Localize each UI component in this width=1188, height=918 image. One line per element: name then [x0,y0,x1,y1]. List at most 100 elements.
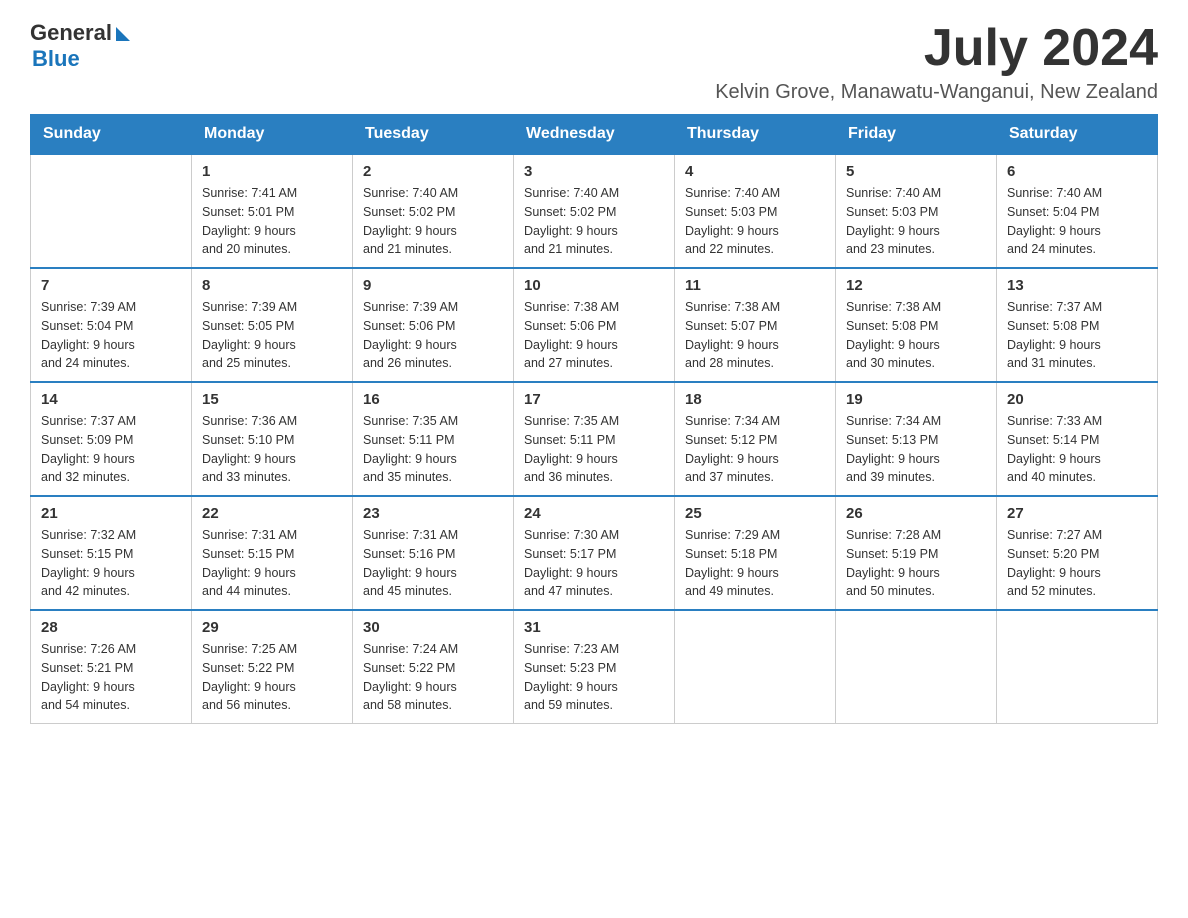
calendar-cell: 12 Sunrise: 7:38 AMSunset: 5:08 PMDayligh… [836,268,997,382]
day-info: Sunrise: 7:39 AMSunset: 5:06 PMDaylight:… [363,298,503,373]
day-info: Sunrise: 7:38 AMSunset: 5:08 PMDaylight:… [846,298,986,373]
month-title: July 2024 [715,20,1158,77]
day-info: Sunrise: 7:25 AMSunset: 5:22 PMDaylight:… [202,640,342,715]
week-row-3: 14Sunrise: 7:37 AMSunset: 5:09 PMDayligh… [31,382,1158,496]
day-number: 17 [524,391,664,408]
day-number: 10 [524,277,664,294]
day-number: 13 [1007,277,1147,294]
day-info: Sunrise: 7:40 AMSunset: 5:02 PMDaylight:… [524,184,664,259]
day-info: Sunrise: 7:39 AMSunset: 5:04 PMDaylight:… [41,298,181,373]
calendar-cell: 26 Sunrise: 7:28 AMSunset: 5:19 PMDayligh… [836,496,997,610]
calendar-cell: 13 Sunrise: 7:37 AMSunset: 5:08 PMDayligh… [997,268,1158,382]
day-info: Sunrise: 7:33 AMSunset: 5:14 PMDaylight:… [1007,412,1147,487]
day-info: Sunrise: 7:27 AMSunset: 5:20 PMDaylight:… [1007,526,1147,601]
day-number: 21 [41,505,181,522]
logo-arrow-icon [116,27,130,41]
day-number: 23 [363,505,503,522]
header-wednesday: Wednesday [514,115,675,155]
day-number: 14 [41,391,181,408]
week-row-2: 7 Sunrise: 7:39 AMSunset: 5:04 PMDaylight… [31,268,1158,382]
day-info: Sunrise: 7:41 AMSunset: 5:01 PMDaylight:… [202,184,342,259]
day-number: 26 [846,505,986,522]
day-info: Sunrise: 7:24 AMSunset: 5:22 PMDaylight:… [363,640,503,715]
day-number: 19 [846,391,986,408]
day-number: 9 [363,277,503,294]
day-number: 27 [1007,505,1147,522]
day-info: Sunrise: 7:34 AMSunset: 5:13 PMDaylight:… [846,412,986,487]
logo-blue-text: Blue [32,46,80,72]
day-info: Sunrise: 7:34 AMSunset: 5:12 PMDaylight:… [685,412,825,487]
header-friday: Friday [836,115,997,155]
day-info: Sunrise: 7:40 AMSunset: 5:04 PMDaylight:… [1007,184,1147,259]
day-number: 12 [846,277,986,294]
calendar-table: SundayMondayTuesdayWednesdayThursdayFrid… [30,114,1158,724]
calendar-cell: 14Sunrise: 7:37 AMSunset: 5:09 PMDayligh… [31,382,192,496]
calendar-cell [675,610,836,724]
day-number: 5 [846,163,986,180]
day-number: 15 [202,391,342,408]
calendar-cell: 5 Sunrise: 7:40 AMSunset: 5:03 PMDaylight… [836,154,997,268]
calendar-cell: 8Sunrise: 7:39 AMSunset: 5:05 PMDaylight… [192,268,353,382]
header-thursday: Thursday [675,115,836,155]
calendar-cell: 22Sunrise: 7:31 AMSunset: 5:15 PMDayligh… [192,496,353,610]
calendar-cell: 21 Sunrise: 7:32 AMSunset: 5:15 PMDayligh… [31,496,192,610]
day-number: 25 [685,505,825,522]
week-row-4: 21 Sunrise: 7:32 AMSunset: 5:15 PMDayligh… [31,496,1158,610]
day-info: Sunrise: 7:39 AMSunset: 5:05 PMDaylight:… [202,298,342,373]
day-info: Sunrise: 7:29 AMSunset: 5:18 PMDaylight:… [685,526,825,601]
calendar-cell: 1 Sunrise: 7:41 AMSunset: 5:01 PMDaylight… [192,154,353,268]
calendar-cell: 31 Sunrise: 7:23 AMSunset: 5:23 PMDayligh… [514,610,675,724]
calendar-cell: 19 Sunrise: 7:34 AMSunset: 5:13 PMDayligh… [836,382,997,496]
day-number: 16 [363,391,503,408]
day-info: Sunrise: 7:35 AMSunset: 5:11 PMDaylight:… [363,412,503,487]
header-monday: Monday [192,115,353,155]
calendar-cell: 18 Sunrise: 7:34 AMSunset: 5:12 PMDayligh… [675,382,836,496]
day-number: 11 [685,277,825,294]
day-info: Sunrise: 7:35 AMSunset: 5:11 PMDaylight:… [524,412,664,487]
calendar-cell: 9 Sunrise: 7:39 AMSunset: 5:06 PMDaylight… [353,268,514,382]
day-number: 29 [202,619,342,636]
header-sunday: Sunday [31,115,192,155]
day-info: Sunrise: 7:32 AMSunset: 5:15 PMDaylight:… [41,526,181,601]
calendar-cell: 16 Sunrise: 7:35 AMSunset: 5:11 PMDayligh… [353,382,514,496]
calendar-cell [31,154,192,268]
day-number: 2 [363,163,503,180]
calendar-cell: 24Sunrise: 7:30 AMSunset: 5:17 PMDayligh… [514,496,675,610]
day-number: 31 [524,619,664,636]
day-number: 18 [685,391,825,408]
day-info: Sunrise: 7:40 AMSunset: 5:03 PMDaylight:… [846,184,986,259]
calendar-cell: 6Sunrise: 7:40 AMSunset: 5:04 PMDaylight… [997,154,1158,268]
day-number: 3 [524,163,664,180]
day-info: Sunrise: 7:37 AMSunset: 5:08 PMDaylight:… [1007,298,1147,373]
page-header: General Blue July 2024 Kelvin Grove, Man… [30,20,1158,104]
day-number: 1 [202,163,342,180]
day-number: 30 [363,619,503,636]
day-info: Sunrise: 7:28 AMSunset: 5:19 PMDaylight:… [846,526,986,601]
day-info: Sunrise: 7:31 AMSunset: 5:16 PMDaylight:… [363,526,503,601]
day-number: 28 [41,619,181,636]
calendar-cell [836,610,997,724]
title-section: July 2024 Kelvin Grove, Manawatu-Wanganu… [715,20,1158,104]
calendar-cell: 3 Sunrise: 7:40 AMSunset: 5:02 PMDaylight… [514,154,675,268]
calendar-cell: 23 Sunrise: 7:31 AMSunset: 5:16 PMDayligh… [353,496,514,610]
calendar-cell: 30 Sunrise: 7:24 AMSunset: 5:22 PMDayligh… [353,610,514,724]
calendar-cell [997,610,1158,724]
logo-general-text: General [30,20,112,46]
week-row-1: 1 Sunrise: 7:41 AMSunset: 5:01 PMDaylight… [31,154,1158,268]
calendar-cell: 27 Sunrise: 7:27 AMSunset: 5:20 PMDayligh… [997,496,1158,610]
header-tuesday: Tuesday [353,115,514,155]
day-info: Sunrise: 7:23 AMSunset: 5:23 PMDaylight:… [524,640,664,715]
calendar-cell: 25 Sunrise: 7:29 AMSunset: 5:18 PMDayligh… [675,496,836,610]
header-saturday: Saturday [997,115,1158,155]
day-number: 7 [41,277,181,294]
calendar-cell: 15Sunrise: 7:36 AMSunset: 5:10 PMDayligh… [192,382,353,496]
calendar-body: 1 Sunrise: 7:41 AMSunset: 5:01 PMDaylight… [31,154,1158,724]
day-info: Sunrise: 7:40 AMSunset: 5:02 PMDaylight:… [363,184,503,259]
calendar-cell: 2 Sunrise: 7:40 AMSunset: 5:02 PMDaylight… [353,154,514,268]
calendar-cell: 17 Sunrise: 7:35 AMSunset: 5:11 PMDayligh… [514,382,675,496]
day-info: Sunrise: 7:38 AMSunset: 5:06 PMDaylight:… [524,298,664,373]
logo: General Blue [30,20,130,72]
week-row-5: 28Sunrise: 7:26 AMSunset: 5:21 PMDayligh… [31,610,1158,724]
location-text: Kelvin Grove, Manawatu-Wanganui, New Zea… [715,81,1158,104]
calendar-header: SundayMondayTuesdayWednesdayThursdayFrid… [31,115,1158,155]
